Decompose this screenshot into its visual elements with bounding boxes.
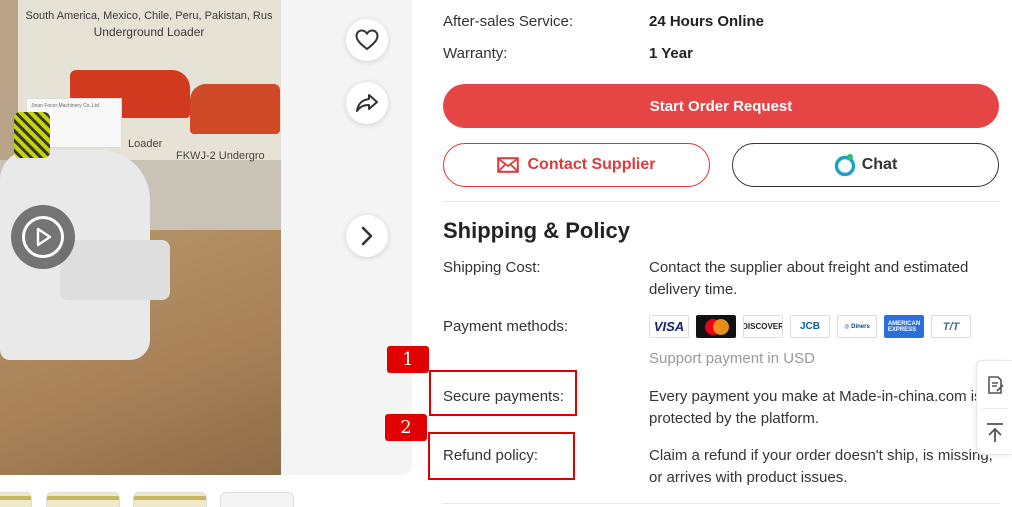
chat-label: Chat bbox=[861, 156, 898, 173]
poster-loader-label: Loader bbox=[128, 138, 163, 150]
contact-supplier-label: Contact Supplier bbox=[527, 156, 656, 173]
section-divider-bottom bbox=[443, 503, 999, 504]
favorite-button[interactable] bbox=[346, 19, 388, 61]
pump-spring bbox=[14, 112, 50, 158]
shipping-cost-value: Contact the supplier about freight and e… bbox=[649, 259, 969, 298]
loader-image-2 bbox=[190, 84, 280, 134]
thumbnail-4[interactable] bbox=[220, 492, 294, 507]
chat-icon bbox=[834, 154, 855, 177]
warranty-value: 1 Year bbox=[649, 45, 693, 62]
thumbnail-strip bbox=[0, 492, 300, 507]
heart-icon bbox=[355, 29, 379, 51]
shipping-policy-title: Shipping & Policy bbox=[443, 218, 631, 243]
start-order-request-button[interactable]: Start Order Request bbox=[443, 84, 999, 128]
after-sales-value: 24 Hours Online bbox=[649, 13, 765, 30]
product-gallery: South America, Mexico, Chile, Peru, Paki… bbox=[0, 0, 412, 507]
inquiry-list-button[interactable] bbox=[977, 361, 1012, 408]
start-order-request-label: Start Order Request bbox=[649, 97, 793, 115]
marker-badge-1: 1 bbox=[387, 346, 429, 373]
secure-payments-value: Every payment you make at Made-in-china.… bbox=[649, 388, 982, 427]
next-image-button[interactable] bbox=[346, 215, 388, 257]
marker-badge-2: 2 bbox=[385, 414, 427, 441]
thumbnail-3[interactable] bbox=[133, 492, 207, 507]
marker-box-1 bbox=[429, 370, 577, 416]
floating-side-toolbar bbox=[976, 360, 1012, 455]
discover-icon: DISCOVER bbox=[743, 315, 783, 338]
section-divider-top bbox=[443, 201, 999, 202]
thumbnail-2[interactable] bbox=[46, 492, 120, 507]
poster-caption: South America, Mexico, Chile, Peru, Paki… bbox=[14, 8, 281, 40]
telegraphic-transfer-icon: T/T bbox=[931, 315, 971, 338]
play-icon bbox=[22, 216, 64, 258]
poster-caption-line2: Underground Loader bbox=[93, 25, 205, 39]
play-video-button[interactable] bbox=[11, 205, 75, 269]
hydraulic-pump-port bbox=[60, 240, 170, 300]
business-card-text: Jinan Focor Machinery Co.,Ltd bbox=[31, 103, 100, 109]
mastercard-icon bbox=[696, 315, 736, 338]
back-to-top-button[interactable] bbox=[977, 409, 1012, 456]
note-edit-icon bbox=[988, 375, 1004, 394]
diners-club-icon: ◎ Diners bbox=[837, 315, 877, 338]
refund-policy-value: Claim a refund if your order doesn't shi… bbox=[649, 447, 993, 486]
thumbnail-1[interactable] bbox=[0, 492, 32, 507]
poster-model-label: FKWJ-2 Undergro bbox=[176, 150, 265, 162]
payment-currency-note: Support payment in USD bbox=[649, 350, 815, 367]
poster-caption-line1: South America, Mexico, Chile, Peru, Paki… bbox=[25, 10, 273, 22]
chevron-right-icon bbox=[361, 226, 373, 246]
american-express-icon: AMERICAN EXPRESS bbox=[884, 315, 924, 338]
warranty-label: Warranty: bbox=[443, 45, 508, 62]
contact-supplier-button[interactable]: Contact Supplier bbox=[443, 143, 710, 187]
envelope-icon bbox=[497, 157, 520, 173]
jcb-icon: JCB bbox=[790, 315, 830, 338]
arrow-up-icon bbox=[987, 422, 1003, 442]
payment-methods-label: Payment methods: bbox=[443, 318, 569, 335]
visa-icon: VISA bbox=[649, 315, 689, 338]
after-sales-label: After-sales Service: bbox=[443, 13, 574, 30]
marker-box-2 bbox=[428, 432, 575, 480]
shipping-cost-label: Shipping Cost: bbox=[443, 259, 541, 276]
share-icon bbox=[356, 94, 378, 112]
share-button[interactable] bbox=[346, 82, 388, 124]
chat-button[interactable]: Chat bbox=[732, 143, 999, 187]
payment-icons: VISA DISCOVER JCB ◎ Diners AMERICAN EXPRE… bbox=[649, 315, 971, 338]
